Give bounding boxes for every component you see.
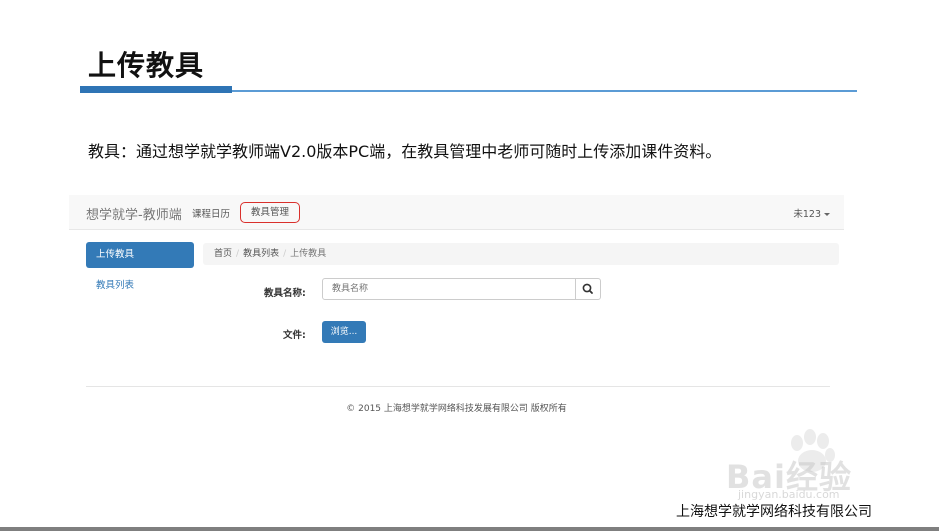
breadcrumb: 首页 / 教具列表 / 上传教具 (203, 243, 839, 265)
user-name: 未123 (793, 209, 821, 220)
file-label: 文件: (283, 330, 306, 341)
breadcrumb-separator: / (283, 249, 287, 259)
breadcrumb-home[interactable]: 首页 (214, 249, 232, 259)
company-name: 上海想学就学网络科技有限公司 (676, 504, 872, 520)
navbar: 想学就学-教师端 课程日历 教具管理 未123 (69, 195, 844, 230)
nav-teaching-tools[interactable]: 教具管理 (240, 202, 300, 223)
name-input[interactable] (322, 278, 576, 300)
footer-copyright: © 2015 上海想学就学网络科技发展有限公司 版权所有 (346, 404, 567, 414)
breadcrumb-current: 上传教具 (290, 249, 327, 259)
nav-course-calendar[interactable]: 课程日历 (192, 206, 230, 220)
browse-button[interactable]: 浏览... (322, 321, 366, 343)
slide-title: 上传教具 (88, 49, 205, 82)
slide-description: 教具：通过想学就学教师端V2.0版本PC端，在教具管理中老师可随时上传添加课件资… (88, 142, 722, 161)
title-underline (232, 90, 857, 92)
user-menu[interactable]: 未123 (793, 206, 830, 220)
search-icon (582, 283, 593, 294)
breadcrumb-separator: / (236, 249, 240, 259)
bottom-divider (0, 527, 939, 531)
sidebar-item-upload[interactable]: 上传教具 (86, 242, 194, 268)
brand-link[interactable]: 想学就学-教师端 (86, 204, 182, 223)
title-underline-accent (80, 86, 232, 93)
watermark-url: jingyan.baidu.com (738, 488, 840, 501)
breadcrumb-list[interactable]: 教具列表 (243, 249, 279, 259)
footer-divider (86, 386, 830, 387)
caret-down-icon (824, 213, 830, 216)
sidebar-item-list[interactable]: 教具列表 (96, 277, 134, 291)
app-screenshot: 想学就学-教师端 课程日历 教具管理 未123 上传教具 教具列表 首页 / 教具列… (69, 195, 844, 430)
search-button[interactable] (575, 278, 601, 300)
name-label: 教具名称: (264, 288, 306, 299)
